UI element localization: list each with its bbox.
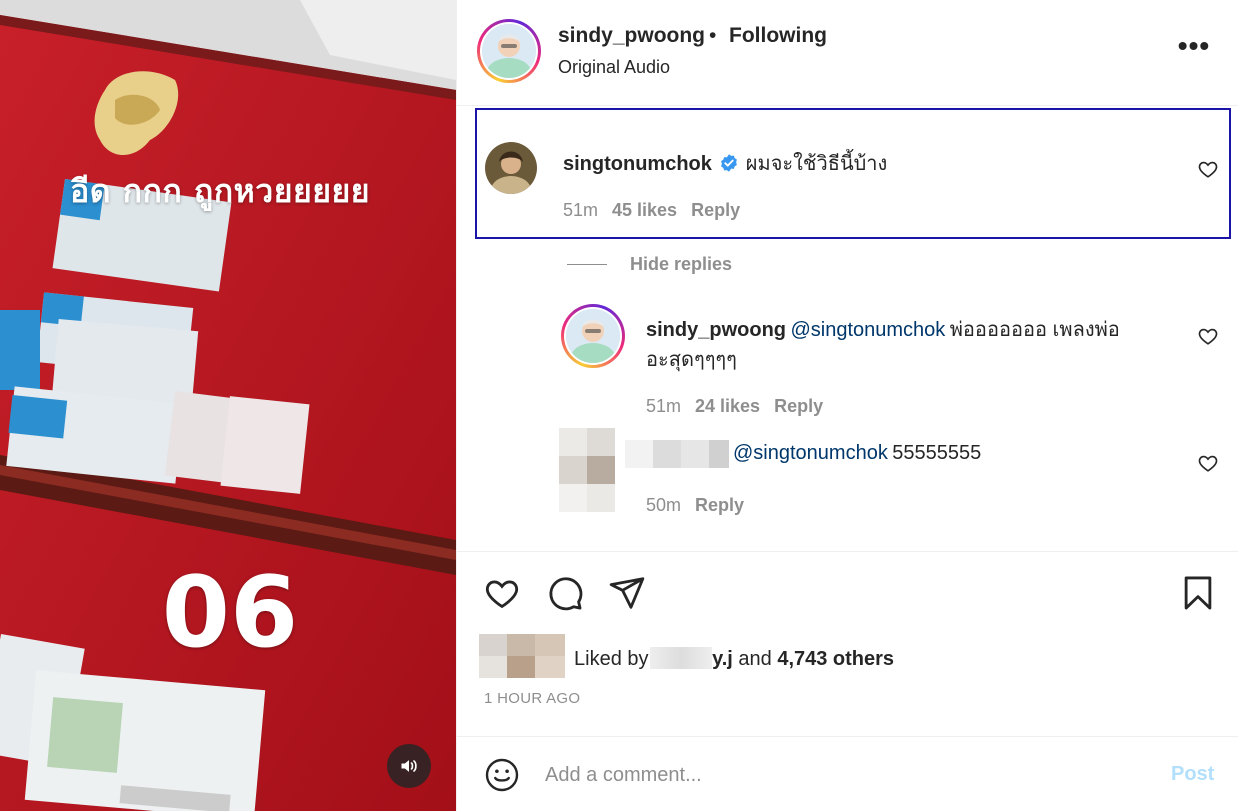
commenter-avatar-image	[485, 142, 537, 194]
hide-replies-button[interactable]: Hide replies	[630, 254, 732, 275]
reply-like-heart-icon[interactable]	[1197, 325, 1219, 347]
heart-icon[interactable]	[483, 574, 521, 612]
comment-like-heart-icon[interactable]	[1197, 158, 1219, 180]
liked-by-user[interactable]: y.j	[712, 648, 733, 670]
sound-toggle-button[interactable]	[387, 744, 431, 788]
reply2-meta: 50m Reply	[646, 495, 758, 516]
liked-by-prefix: Liked by	[574, 648, 649, 670]
blurred-username	[650, 647, 713, 669]
more-icon: •••	[1177, 30, 1211, 61]
add-comment-bar: Post	[457, 736, 1238, 811]
reply-avatar[interactable]	[561, 304, 625, 368]
emoji-icon[interactable]	[484, 757, 520, 793]
following-button[interactable]: Following	[729, 24, 827, 48]
reply-likes[interactable]: 24 likes	[695, 396, 760, 416]
author-avatar[interactable]	[477, 19, 541, 83]
reply-reply-button[interactable]: Reply	[774, 396, 823, 416]
bookmark-icon[interactable]	[1179, 574, 1217, 612]
comment-meta: 51m 45 likes Reply	[563, 200, 754, 221]
media-caption: อีด กกก ถูกหวยยยยย	[70, 172, 370, 210]
reply-body: sindy_pwoong @singtonumchok พ่อออออออ เพ…	[646, 316, 1186, 376]
reply-text: พ่อออออออ เพลงพ่อ	[949, 319, 1120, 341]
liked-by-and: and	[738, 648, 772, 670]
reply-time: 51m	[646, 396, 682, 416]
speaker-icon	[401, 760, 417, 772]
post-side-panel: sindy_pwoong • Following Original Audio …	[456, 0, 1238, 811]
reply-text-line2: อะสุดๆๆๆๆ	[646, 349, 737, 371]
media-image	[0, 0, 456, 811]
highlighted-comment: singtonumchok ผมจะใช้วิธีนี้บ้าง 51m 45 l…	[475, 108, 1231, 239]
comment-reply-button[interactable]: Reply	[691, 200, 740, 220]
share-icon[interactable]	[608, 574, 646, 612]
reply-meta: 51m 24 likes Reply	[646, 396, 837, 417]
verified-badge-icon	[721, 154, 738, 172]
comment-icon[interactable]	[546, 574, 584, 612]
add-comment-input[interactable]	[545, 757, 1135, 793]
reply-avatar-image	[566, 309, 620, 363]
liked-by-others[interactable]: 4,743 others	[777, 648, 894, 670]
media-number: 06	[161, 556, 299, 670]
post-comment-button[interactable]: Post	[1171, 763, 1214, 786]
comment-likes[interactable]: 45 likes	[612, 200, 677, 220]
original-audio-link[interactable]: Original Audio	[558, 57, 670, 78]
reply2-text: 55555555	[892, 442, 982, 464]
reply2-mention[interactable]: @singtonumchok	[733, 442, 888, 464]
post-media[interactable]: อีด กกก ถูกหวยยยยย 06	[0, 0, 456, 811]
post-actions: Liked by y.j and 4,743 others 1 HOUR AGO	[457, 551, 1238, 736]
comment-text: ผมจะใช้วิธีนี้บ้าง	[745, 153, 888, 175]
header-separator: •	[709, 24, 717, 47]
reply2-time: 50m	[646, 495, 682, 515]
reply-username[interactable]: sindy_pwoong	[646, 319, 786, 341]
reply2-reply-button[interactable]: Reply	[695, 495, 744, 515]
reply-mention[interactable]: @singtonumchok	[790, 319, 945, 341]
likers-avatars[interactable]	[479, 634, 565, 678]
comment-time: 51m	[563, 200, 599, 220]
author-username[interactable]: sindy_pwoong	[558, 24, 705, 48]
commenter-avatar[interactable]	[485, 142, 537, 194]
comment-username[interactable]: singtonumchok	[563, 153, 712, 175]
liked-by-text: Liked by y.j and 4,743 others	[574, 647, 894, 671]
post-timestamp[interactable]: 1 HOUR AGO	[484, 690, 580, 707]
more-options-button[interactable]: •••	[1177, 32, 1211, 66]
hide-replies-divider	[567, 264, 607, 265]
reply2-like-heart-icon[interactable]	[1197, 452, 1219, 474]
author-avatar-image	[482, 24, 536, 78]
reply2-body: @singtonumchok 55555555	[733, 442, 981, 465]
post-header: sindy_pwoong • Following Original Audio …	[457, 0, 1238, 106]
